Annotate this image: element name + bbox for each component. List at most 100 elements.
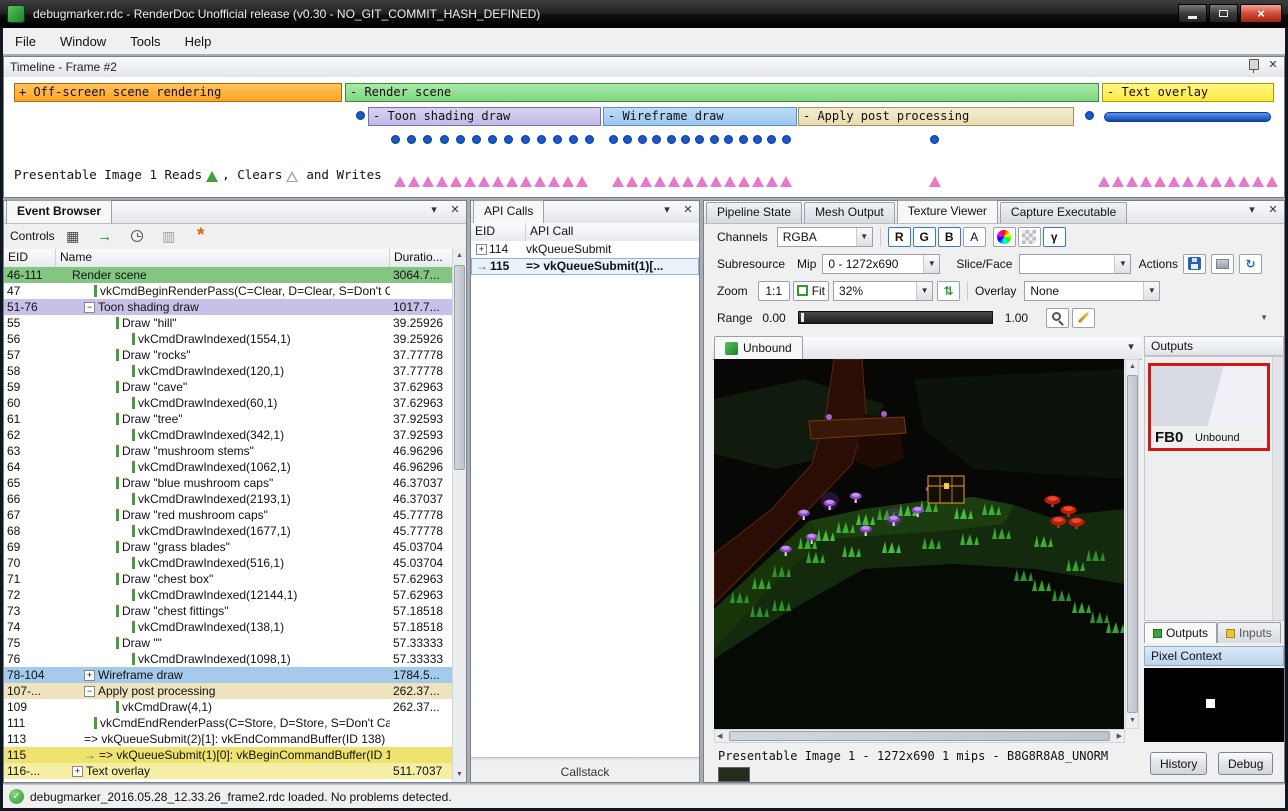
draw-call-dot[interactable] [609,135,618,144]
draw-call-dot[interactable] [753,135,762,144]
event-row[interactable]: 47 → vkCmdBeginRenderPass(C=Clear, D=Cle… [4,283,452,299]
event-row[interactable]: 59 → Draw "cave" 37.62963 [4,379,452,395]
save-texture-button[interactable] [1183,254,1206,274]
event-row[interactable]: 63 → Draw "mushroom stems" 46.96296 [4,443,452,459]
panel-menu-icon[interactable]: ▾ [1245,204,1259,218]
event-row[interactable]: 116-... + → Text overlay 511.7037 [4,763,452,779]
event-row[interactable]: 58 → vkCmdDrawIndexed(120,1) 37.77778 [4,363,452,379]
write-marker-triangle[interactable] [1154,176,1166,187]
event-row[interactable]: 115 → => vkQueueSubmit(1)[0]: vkBeginCom… [4,747,452,763]
write-marker-triangle[interactable] [1252,176,1264,187]
timeline-content[interactable]: + Off-screen scene rendering- Render sce… [4,77,1284,197]
event-row[interactable]: 76 → vkCmdDrawIndexed(1098,1) 57.33333 [4,651,452,667]
event-row[interactable]: 75 → Draw "" 57.33333 [4,635,452,651]
event-row[interactable]: 68 → vkCmdDrawIndexed(1677,1) 45.77778 [4,523,452,539]
callstack-splitter[interactable] [471,757,699,761]
event-row[interactable]: 70 → vkCmdDrawIndexed(516,1) 45.03704 [4,555,452,571]
draw-call-dot[interactable] [521,135,530,144]
write-marker-triangle[interactable] [478,176,490,187]
panel-tab[interactable]: Mesh Output [804,202,895,223]
draw-call-dot[interactable] [1085,111,1094,120]
toolbar-overflow-icon[interactable]: ▼ [1260,313,1276,322]
event-row[interactable]: 67 → Draw "red mushroom caps" 45.77778 [4,507,452,523]
scrollbar-thumb[interactable] [729,731,1110,741]
zoom-1to1-button[interactable]: 1:1 [758,281,790,301]
debug-button[interactable]: Debug [1218,752,1273,775]
history-button[interactable]: History [1150,752,1207,775]
draw-call-dot[interactable] [423,135,432,144]
write-marker-triangle[interactable] [1266,176,1278,187]
texture-list-dropdown-icon[interactable]: ▾ [1124,341,1138,355]
col-eid[interactable]: EID [471,223,526,241]
panel-menu-icon[interactable]: ▾ [660,204,674,218]
write-marker-triangle[interactable] [1168,176,1180,187]
close-icon[interactable]: ✕ [448,204,462,218]
slice-face-select[interactable]: ▼ [1019,254,1131,274]
draw-call-dot[interactable] [767,135,776,144]
write-marker-triangle[interactable] [696,176,708,187]
close-icon[interactable]: ✕ [1266,204,1280,218]
tab-inputs[interactable]: Inputs [1217,622,1281,643]
write-marker-triangle[interactable] [1224,176,1236,187]
event-row[interactable]: 66 → vkCmdDrawIndexed(2193,1) 46.37037 [4,491,452,507]
write-marker-triangle[interactable] [492,176,504,187]
event-row[interactable]: 55 → Draw "hill" 39.25926 [4,315,452,331]
panel-tab[interactable]: Capture Executable [1000,202,1127,223]
channels-select[interactable]: RGBA▼ [777,227,873,247]
event-row[interactable]: 57 → Draw "rocks" 37.77778 [4,347,452,363]
event-row[interactable]: 62 → vkCmdDrawIndexed(342,1) 37.92593 [4,427,452,443]
draw-call-dot[interactable] [710,135,719,144]
scrollbar-thumb[interactable] [1127,375,1138,713]
scroll-right-icon[interactable]: ▶ [1117,730,1122,743]
write-marker-triangle[interactable] [534,176,546,187]
range-slider[interactable] [798,311,993,324]
write-marker-triangle[interactable] [929,176,941,187]
write-marker-triangle[interactable] [1112,176,1124,187]
write-marker-triangle[interactable] [548,176,560,187]
write-marker-triangle[interactable] [668,176,680,187]
draw-call-dot[interactable] [724,135,733,144]
write-marker-triangle[interactable] [612,176,624,187]
menu-item[interactable]: Tools [118,30,172,53]
write-marker-triangle[interactable] [394,176,406,187]
minimize-button[interactable] [1178,4,1207,23]
draw-call-dot[interactable] [488,135,497,144]
scroll-down-icon[interactable]: ▼ [453,768,466,782]
col-eid[interactable]: EID [4,249,56,267]
scroll-up-icon[interactable]: ▲ [453,249,466,263]
tab-unbound-texture[interactable]: Unbound [714,336,803,359]
event-row[interactable]: 72 → vkCmdDrawIndexed(12144,1) 57.62963 [4,587,452,603]
channel-toggle-button[interactable]: A [963,227,986,247]
close-button[interactable]: × [1240,4,1282,23]
channel-toggle-button[interactable]: R [888,227,911,247]
viewport-vscrollbar[interactable]: ▲ ▼ [1125,359,1139,729]
event-row[interactable]: 69 → Draw "grass blades" 45.03704 [4,539,452,555]
panel-tab[interactable]: Texture Viewer [897,200,998,223]
filter-icon[interactable]: ▦ [63,226,83,246]
scroll-down-icon[interactable]: ▼ [1126,714,1139,728]
write-marker-triangle[interactable] [576,176,588,187]
write-marker-triangle[interactable] [520,176,532,187]
event-row[interactable]: 64 → vkCmdDrawIndexed(1062,1) 46.96296 [4,459,452,475]
timeline-title-bar[interactable]: Timeline - Frame #2 ✕ [4,57,1284,78]
scrollbar-thumb[interactable] [454,265,465,470]
tree-expander[interactable]: + [476,244,487,255]
outputs-header[interactable]: Outputs [1144,336,1284,356]
col-duration[interactable]: Duratio... [390,249,452,267]
refresh-button[interactable]: ↻ [1239,254,1262,274]
draw-call-dot[interactable] [456,135,465,144]
draw-call-dot[interactable] [569,135,578,144]
write-marker-triangle[interactable] [562,176,574,187]
draw-call-dot[interactable] [440,135,449,144]
write-marker-triangle[interactable] [682,176,694,187]
write-marker-triangle[interactable] [450,176,462,187]
write-marker-triangle[interactable] [766,176,778,187]
draw-call-dot[interactable] [695,135,704,144]
col-name[interactable]: Name [56,249,390,267]
mip-select[interactable]: 0 - 1272x690▼ [822,254,940,274]
pin-icon[interactable] [1249,59,1259,70]
write-marker-triangle[interactable] [626,176,638,187]
event-row[interactable]: 113 → => vkQueueSubmit(2)[1]: vkEndComma… [4,731,452,747]
draw-call-dot[interactable] [739,135,748,144]
stats-icon[interactable]: ▥ [159,226,179,246]
